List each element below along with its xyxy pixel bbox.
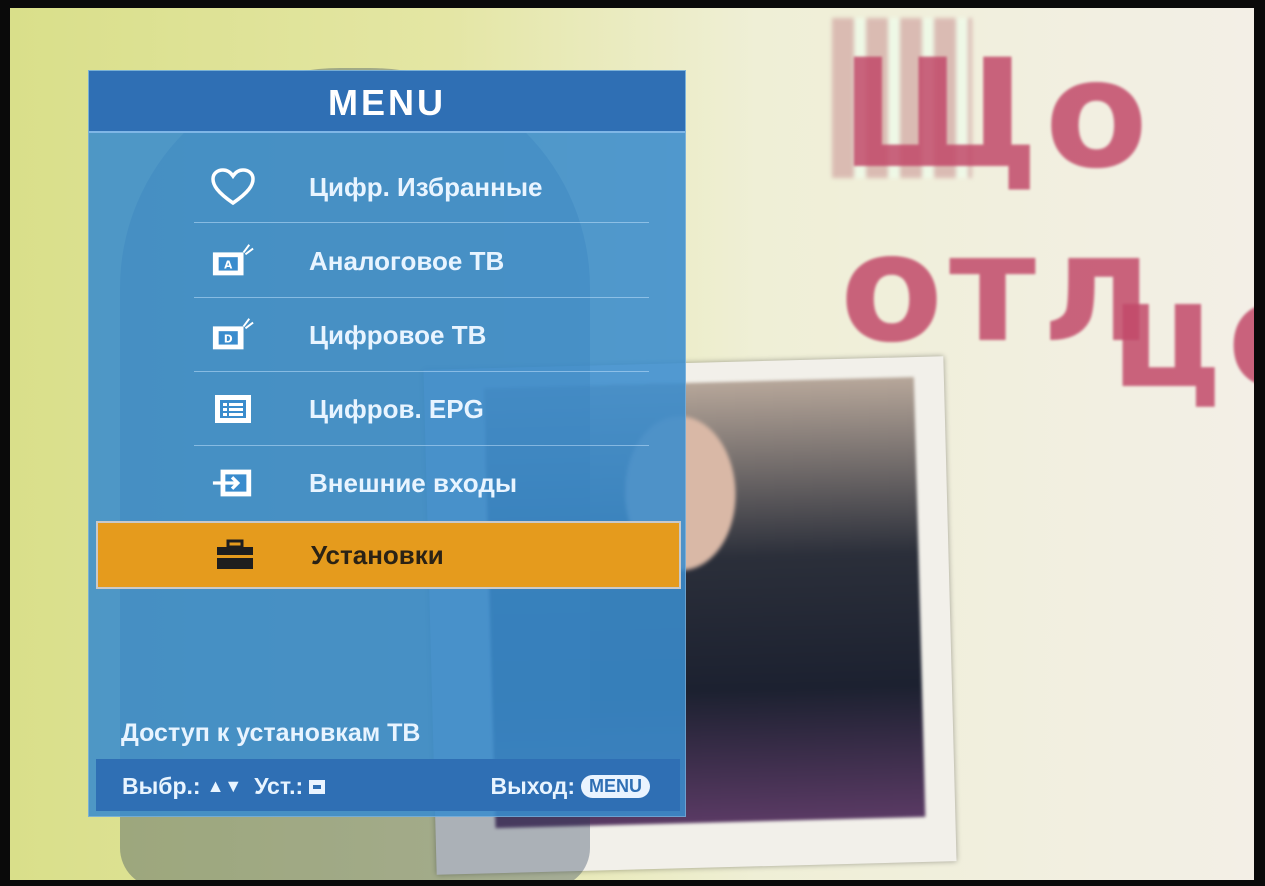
- menu-item-analog-tv[interactable]: A Аналоговое ТВ: [89, 225, 685, 297]
- divider: [194, 371, 649, 372]
- divider: [194, 297, 649, 298]
- svg-text:A: A: [224, 260, 233, 272]
- input-source-icon: [211, 463, 255, 503]
- menu-item-digital-tv[interactable]: D Цифровое ТВ: [89, 299, 685, 371]
- digital-tv-icon: D: [211, 315, 255, 355]
- menu-item-label: Установки: [311, 539, 444, 570]
- menu-key-badge: MENU: [581, 775, 650, 798]
- footer-controls: Выбр.: ▲▼ Уст.:: [122, 773, 326, 800]
- heart-icon: [211, 167, 255, 207]
- background-text-2: цен: [1110, 248, 1254, 422]
- select-label: Выбр.:: [122, 773, 201, 799]
- menu-item-epg[interactable]: Цифров. EPG: [89, 373, 685, 445]
- menu-item-label: Аналоговое ТВ: [309, 245, 505, 276]
- menu-item-label: Цифровое ТВ: [309, 319, 487, 350]
- menu-item-label: Цифров. EPG: [309, 393, 484, 424]
- toolbox-icon: [213, 535, 257, 575]
- up-down-arrows-icon: ▲▼: [206, 776, 243, 796]
- svg-text:D: D: [224, 334, 233, 346]
- menu-item-external-inputs[interactable]: Внешние входы: [89, 447, 685, 519]
- divider: [194, 445, 649, 446]
- menu-hint: Доступ к установкам ТВ: [121, 719, 421, 747]
- divider: [194, 222, 649, 223]
- exit-label: Выход:: [490, 773, 575, 799]
- ok-button-icon: [309, 779, 326, 794]
- set-label: Уст.:: [254, 773, 304, 799]
- epg-list-icon: [211, 389, 255, 429]
- menu-item-favorites[interactable]: Цифр. Избранные: [89, 151, 685, 223]
- menu-item-label: Внешние входы: [309, 467, 518, 498]
- analog-tv-icon: A: [211, 241, 255, 281]
- menu-footer: Выбр.: ▲▼ Уст.: Выход: MENU: [96, 759, 680, 811]
- footer-exit[interactable]: Выход: MENU: [491, 773, 650, 800]
- menu-title: MENU: [89, 71, 685, 133]
- menu-item-label: Цифр. Избранные: [309, 171, 543, 202]
- menu-item-settings[interactable]: Установки: [96, 521, 681, 589]
- osd-menu: MENU Цифр. Избранные A Аналоговое ТВ D Ц…: [88, 70, 686, 817]
